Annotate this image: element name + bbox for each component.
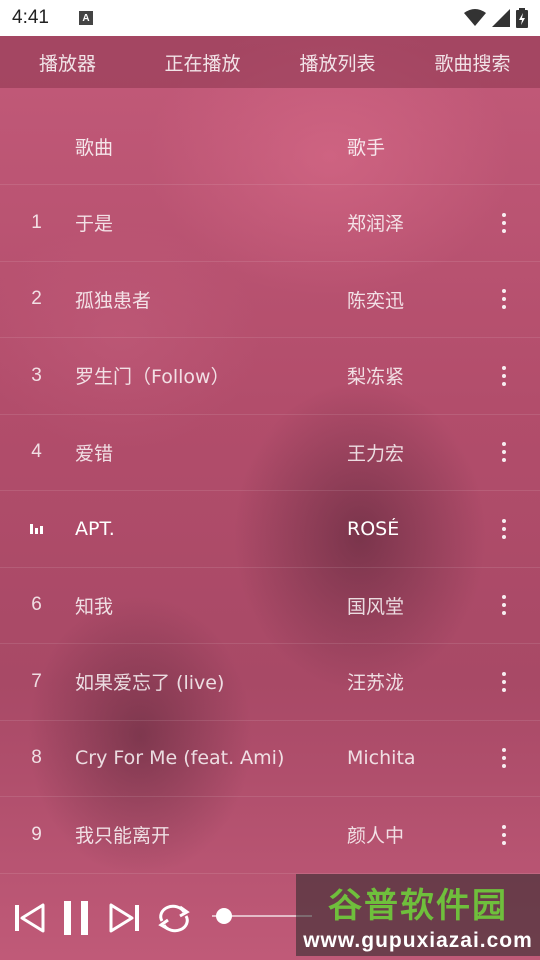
song-row[interactable]: 3 罗生门（Follow） 梨冻紧 bbox=[0, 338, 540, 415]
song-artist: 国风堂 bbox=[347, 595, 405, 618]
song-row[interactable]: 6 知我 国风堂 bbox=[0, 568, 540, 644]
song-artist: Michita bbox=[347, 747, 416, 770]
song-title: 孤独患者 bbox=[75, 289, 152, 312]
skip-previous-icon bbox=[15, 903, 45, 933]
wifi-icon bbox=[464, 9, 486, 26]
song-list: 歌曲 歌手 1 于是 郑润泽 2 孤独患者 陈奕迅 3 罗生门（Follow） 梨冻紧 4 爱错 王力… bbox=[0, 109, 540, 874]
song-row[interactable]: 9 我只能离开 颜人中 bbox=[0, 797, 540, 874]
song-number: 4 bbox=[31, 441, 42, 463]
status-icons bbox=[464, 8, 528, 28]
status-time: 4:41 bbox=[12, 7, 49, 28]
song-artist: 汪苏泷 bbox=[347, 672, 405, 695]
song-artist: 郑润泽 bbox=[347, 213, 405, 236]
list-header: 歌曲 歌手 bbox=[0, 109, 540, 185]
watermark: 谷普软件园 www.gupuxiazai.com bbox=[296, 874, 540, 956]
song-title: APT. bbox=[75, 517, 115, 540]
song-row[interactable]: 7 如果爱忘了 (live) 汪苏泷 bbox=[0, 644, 540, 721]
repeat-icon bbox=[158, 904, 190, 933]
song-artist: 陈奕迅 bbox=[347, 289, 405, 312]
song-row[interactable]: 4 爱错 王力宏 bbox=[0, 415, 540, 491]
song-artist: ROSÉ bbox=[347, 517, 400, 540]
more-vertical-icon[interactable] bbox=[467, 185, 540, 261]
more-vertical-icon[interactable] bbox=[467, 491, 540, 567]
pause-button[interactable] bbox=[60, 899, 94, 937]
song-artist: 梨冻紧 bbox=[347, 366, 405, 389]
skip-next-icon bbox=[109, 903, 139, 933]
status-bar: 4:41 A bbox=[0, 0, 540, 36]
more-vertical-icon[interactable] bbox=[467, 568, 540, 644]
next-button[interactable] bbox=[108, 901, 142, 935]
column-artist-header: 歌手 bbox=[347, 137, 386, 159]
song-title: 知我 bbox=[75, 595, 114, 618]
song-row[interactable]: APT. ROSÉ bbox=[0, 491, 540, 568]
watermark-url: www.gupuxiazai.com bbox=[303, 928, 533, 952]
pause-icon bbox=[64, 901, 88, 935]
a-badge-icon: A bbox=[78, 11, 93, 25]
song-row[interactable]: 8 Cry For Me (feat. Ami) Michita bbox=[0, 721, 540, 797]
song-title: 罗生门（Follow） bbox=[75, 366, 230, 389]
more-vertical-icon[interactable] bbox=[467, 721, 540, 797]
tab-player[interactable]: 播放器 bbox=[0, 49, 135, 76]
song-title: Cry For Me (feat. Ami) bbox=[75, 747, 285, 770]
song-row[interactable]: 2 孤独患者 陈奕迅 bbox=[0, 262, 540, 338]
song-artist: 颜人中 bbox=[347, 825, 405, 848]
equalizer-icon bbox=[0, 518, 75, 540]
battery-icon bbox=[516, 8, 528, 28]
song-number: 6 bbox=[31, 594, 42, 616]
tab-bar: 播放器 正在播放 播放列表 歌曲搜索 bbox=[0, 36, 540, 88]
tab-song-search[interactable]: 歌曲搜索 bbox=[405, 49, 540, 76]
seek-handle[interactable] bbox=[216, 908, 232, 924]
song-title: 我只能离开 bbox=[75, 825, 171, 848]
more-vertical-icon[interactable] bbox=[467, 415, 540, 491]
song-title: 爱错 bbox=[75, 442, 114, 465]
more-vertical-icon[interactable] bbox=[467, 338, 540, 414]
song-number: 8 bbox=[31, 747, 42, 769]
song-number: 1 bbox=[31, 211, 42, 233]
song-title: 如果爱忘了 (live) bbox=[75, 672, 225, 695]
signal-icon bbox=[492, 9, 510, 27]
song-title: 于是 bbox=[75, 213, 114, 236]
column-title-header: 歌曲 bbox=[75, 137, 114, 159]
repeat-button[interactable] bbox=[156, 901, 192, 935]
tab-playlist[interactable]: 播放列表 bbox=[270, 49, 405, 76]
more-vertical-icon[interactable] bbox=[467, 644, 540, 720]
song-number: 2 bbox=[31, 288, 42, 310]
song-number: 9 bbox=[31, 823, 42, 845]
tab-now-playing[interactable]: 正在播放 bbox=[135, 49, 270, 76]
more-vertical-icon[interactable] bbox=[467, 797, 540, 873]
song-number: 7 bbox=[31, 670, 42, 692]
song-number: 3 bbox=[31, 364, 42, 386]
song-artist: 王力宏 bbox=[347, 442, 405, 465]
previous-button[interactable] bbox=[12, 901, 46, 935]
more-vertical-icon[interactable] bbox=[467, 262, 540, 338]
watermark-logo-text: 谷普软件园 bbox=[328, 885, 508, 926]
song-row[interactable]: 1 于是 郑润泽 bbox=[0, 185, 540, 262]
